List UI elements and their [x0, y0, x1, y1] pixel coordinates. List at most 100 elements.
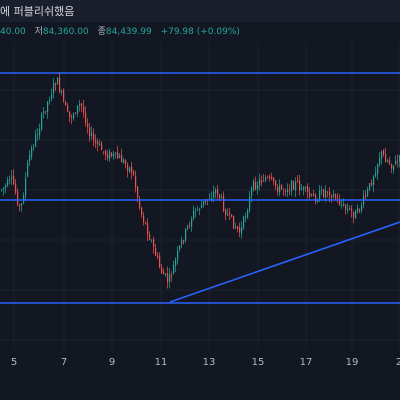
candle-body: [291, 180, 293, 192]
candle-body: [267, 177, 269, 179]
chart-frame: 에 퍼블리쉬했음 40.00 저84,360.00 종84,439.99 +79…: [0, 0, 400, 400]
candle-body: [287, 189, 289, 192]
candle-body: [301, 188, 303, 190]
candle-body: [393, 165, 395, 170]
candle-body: [255, 181, 257, 190]
candle-body: [95, 140, 97, 144]
candle-body: [347, 208, 349, 211]
candle-body: [229, 213, 231, 214]
candle-body: [133, 171, 135, 175]
candle-body: [101, 143, 103, 151]
candle-body: [45, 111, 47, 112]
publish-caption: 에 퍼블리쉬했음: [0, 5, 75, 18]
candle-body: [5, 185, 7, 188]
candle-body: [247, 209, 249, 218]
candle-body: [35, 134, 37, 147]
candle-body: [269, 176, 271, 179]
top-bar: 에 퍼블리쉬했음: [0, 0, 400, 22]
candle-body: [323, 189, 325, 197]
candle-body: [61, 91, 63, 93]
candle-body: [127, 165, 129, 171]
candle-body: [361, 205, 363, 211]
candle-body: [265, 177, 267, 182]
candle-body: [49, 100, 51, 102]
candle-body: [191, 218, 193, 227]
x-tick-label: 17: [299, 357, 313, 368]
candle-body: [219, 194, 221, 199]
candle-body: [273, 177, 275, 182]
candle-body: [253, 181, 255, 190]
candle-body: [63, 89, 65, 101]
candle-body: [201, 204, 203, 209]
candle-body: [31, 148, 33, 157]
candle-body: [173, 264, 175, 275]
candle-body: [299, 180, 301, 191]
candle-body: [349, 208, 351, 210]
candle-body: [115, 152, 117, 154]
candle-body: [357, 207, 359, 212]
candle-body: [195, 210, 197, 212]
candle-body: [159, 256, 161, 268]
x-tick-label: 5: [10, 357, 18, 368]
candle-body: [111, 152, 113, 157]
candle-body: [355, 210, 357, 219]
candle-body: [189, 225, 191, 226]
ohlc-readout: 40.00 저84,360.00 종84,439.99 +79.98 (+0.0…: [0, 24, 240, 37]
candle-body: [257, 184, 259, 189]
candle-body: [239, 227, 241, 233]
candle-body: [377, 163, 379, 174]
candle-body: [397, 161, 399, 162]
candle-body: [337, 197, 339, 199]
candle-body: [383, 150, 385, 155]
change-value: +79.98 (+0.09%): [160, 27, 240, 37]
candle-body: [11, 176, 13, 179]
candle-body: [85, 112, 87, 124]
candle-body: [315, 195, 317, 202]
candle-body: [307, 186, 309, 193]
candle-body: [147, 223, 149, 235]
candle-body: [203, 201, 205, 205]
candle-body: [335, 195, 337, 199]
candle-body: [7, 180, 9, 186]
candle-body: [1, 189, 3, 191]
candle-body: [389, 160, 391, 164]
candle-body: [97, 141, 99, 145]
candle-body: [131, 166, 133, 173]
candle-body: [109, 151, 111, 160]
candle-body: [371, 182, 373, 186]
candle-body: [105, 151, 107, 155]
candle-body: [275, 180, 277, 187]
candle-body: [223, 195, 225, 211]
candle-body: [263, 180, 265, 182]
candle-body: [227, 214, 229, 216]
drawings[interactable]: [0, 72, 400, 304]
candle-body: [169, 274, 171, 282]
candle-body: [303, 187, 305, 190]
candle-body: [89, 127, 91, 137]
candle-body: [25, 177, 27, 196]
candle-body: [77, 105, 79, 113]
candle-body: [47, 101, 49, 113]
candle-body: [15, 183, 17, 193]
candle-body: [367, 189, 369, 196]
candle-body: [375, 173, 377, 177]
candle-body: [29, 155, 31, 162]
x-tick-label: 19: [345, 357, 359, 368]
candle-body: [157, 255, 159, 258]
x-tick-label: 13: [202, 357, 216, 368]
candle-body: [387, 160, 389, 162]
candle-body: [245, 216, 247, 218]
candle-body: [309, 192, 311, 197]
candle-body: [251, 188, 253, 196]
candle-body: [365, 194, 367, 197]
candle-body: [351, 208, 353, 212]
candle-body: [145, 222, 147, 224]
candle-body: [129, 167, 131, 172]
candle-body: [281, 184, 283, 190]
candle-body: [119, 155, 121, 159]
candle-body: [153, 239, 155, 247]
candle-body: [311, 194, 313, 196]
price-chart[interactable]: [0, 0, 400, 400]
candle-body: [321, 190, 323, 191]
candle-body: [391, 164, 393, 169]
